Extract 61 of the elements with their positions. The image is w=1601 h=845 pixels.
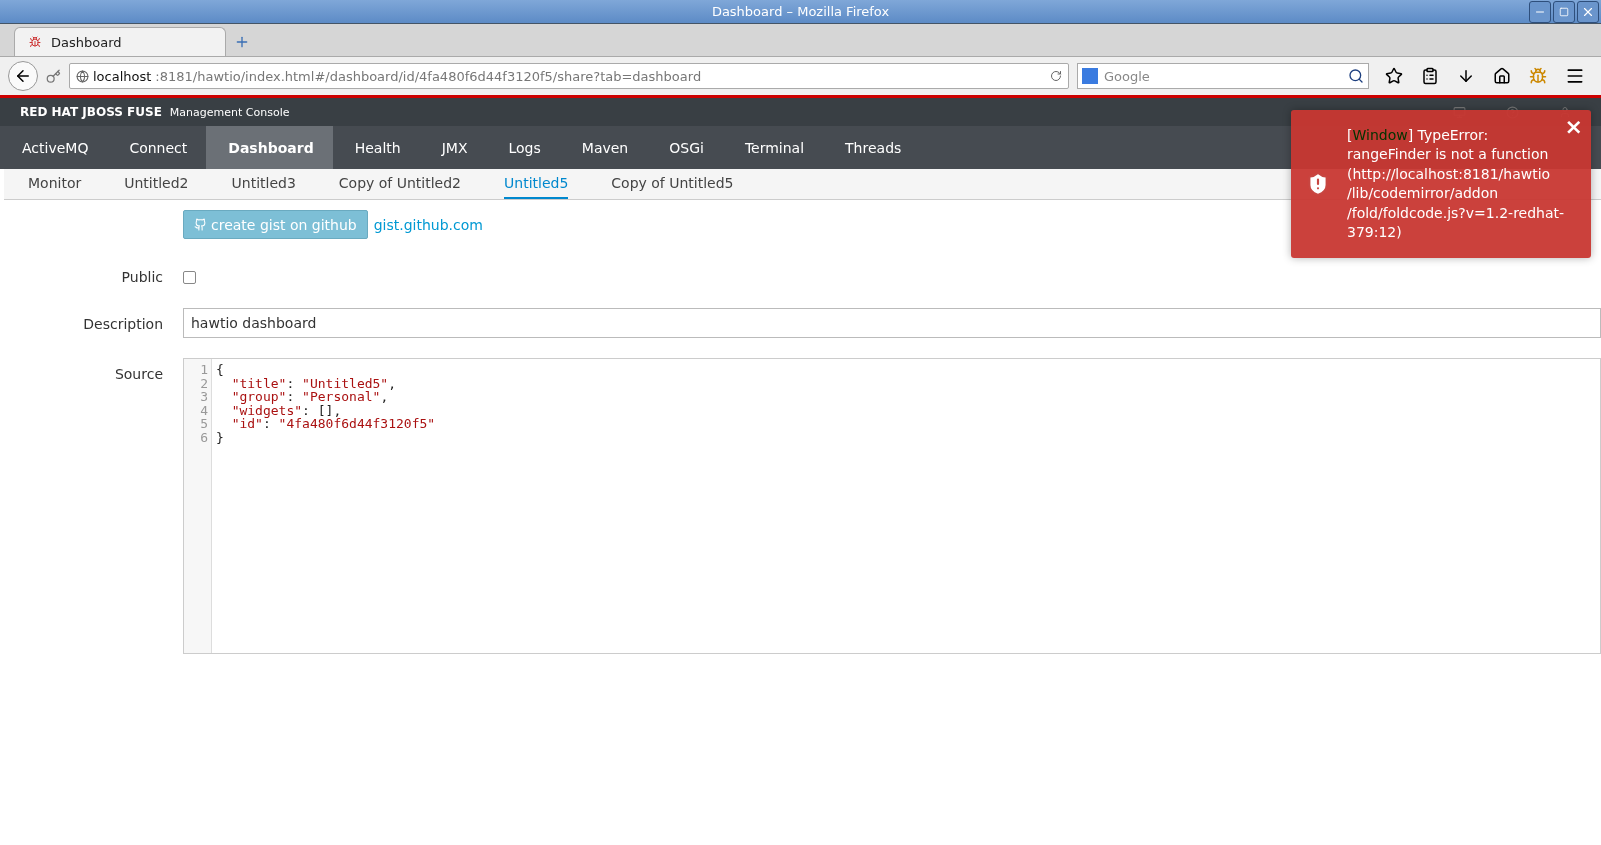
nav-tab[interactable]: Logs [486,126,560,169]
public-checkbox[interactable] [183,271,196,284]
error-message: [Window] TypeError: rangeFinder is not a function (http://localhost:8181/hawtio /lib/codemirror/addon /fold/foldcode.js?v=1.2-redhat-379:12) [1347,125,1566,242]
nav-tab[interactable]: Maven [559,126,648,169]
nav-tab[interactable]: Terminal [722,126,824,169]
github-icon [194,218,207,231]
nav-tab[interactable]: Threads [823,126,921,169]
sub-tab[interactable]: Untitled3 [231,169,296,199]
search-icon[interactable] [1348,68,1364,84]
search-field[interactable]: Google [1077,63,1369,89]
sub-tab[interactable]: Untitled5 [504,169,569,199]
line-number: 2 [199,376,208,390]
brand-subtitle: Management Console [169,105,291,119]
bug-icon [29,36,41,48]
code-line: } [216,430,225,444]
download-icon[interactable] [1457,67,1475,85]
nav-tab[interactable]: JMX [419,126,487,169]
home-icon[interactable] [1493,67,1511,85]
line-number: 1 [199,363,208,377]
bug-icon[interactable] [1529,67,1547,85]
public-label: Public [121,268,163,287]
window-title: Dashboard – Mozilla Firefox [711,4,890,19]
code-line: "widgets": [], [230,403,342,417]
description-field[interactable]: hawtio dashboard [183,308,1601,338]
code-editor[interactable]: 1 2 3 4 5 6 { "title": "Untitled5", "group": "Personal", "widgets": [], "id": "4fa480f6d44f3120f5" } [183,358,1601,654]
sub-tab[interactable]: Copy of Untitled5 [611,169,734,199]
brand-logo: RED HAT JBOSS FUSE [20,105,162,119]
address-field[interactable]: localhost :8181/hawtio/index.html#/dashboard/id/4fa480f6d44f3120f5/share?tab=dashboard [69,63,1069,89]
line-number: 6 [199,430,208,444]
source-label: Source [114,365,163,384]
clipboard-icon[interactable] [1421,67,1439,85]
description-label: Description [83,315,163,334]
menu-icon[interactable] [1565,66,1585,86]
reload-icon[interactable] [1050,70,1062,82]
maximize-button[interactable] [1553,1,1575,23]
nav-tab[interactable]: Connect [107,126,207,169]
line-number: 4 [199,403,208,417]
star-icon[interactable] [1385,67,1403,85]
new-tab-icon[interactable] [234,34,250,50]
sub-tab[interactable]: Monitor [28,169,82,199]
code-line: "group": "Personal", [230,390,390,404]
nav-tab[interactable]: Health [332,126,420,169]
code-line: "id": "4fa480f6d44f3120f5" [230,417,436,431]
minimize-button[interactable] [1529,1,1551,23]
nav-tab[interactable]: Dashboard [206,126,333,169]
window-close-button[interactable] [1577,1,1599,23]
sub-tab[interactable]: Untitled2 [124,169,189,199]
nav-tab[interactable]: ActiveMQ [0,126,108,169]
globe-icon [76,69,89,83]
close-button[interactable]: × [1564,114,1583,139]
key-icon[interactable] [46,68,61,84]
back-button[interactable] [8,61,38,91]
line-number: 5 [199,417,208,431]
browser-tab[interactable]: Dashboard [14,27,226,56]
maximize-icon [1559,7,1569,17]
code-line: "title": "Untitled5", [230,376,397,390]
code-line: { [216,363,225,377]
line-number: 3 [199,390,208,404]
close-icon [1581,5,1595,19]
nav-tab[interactable]: OSGi [647,126,723,169]
sub-tab[interactable]: Copy of Untitled2 [338,169,461,199]
